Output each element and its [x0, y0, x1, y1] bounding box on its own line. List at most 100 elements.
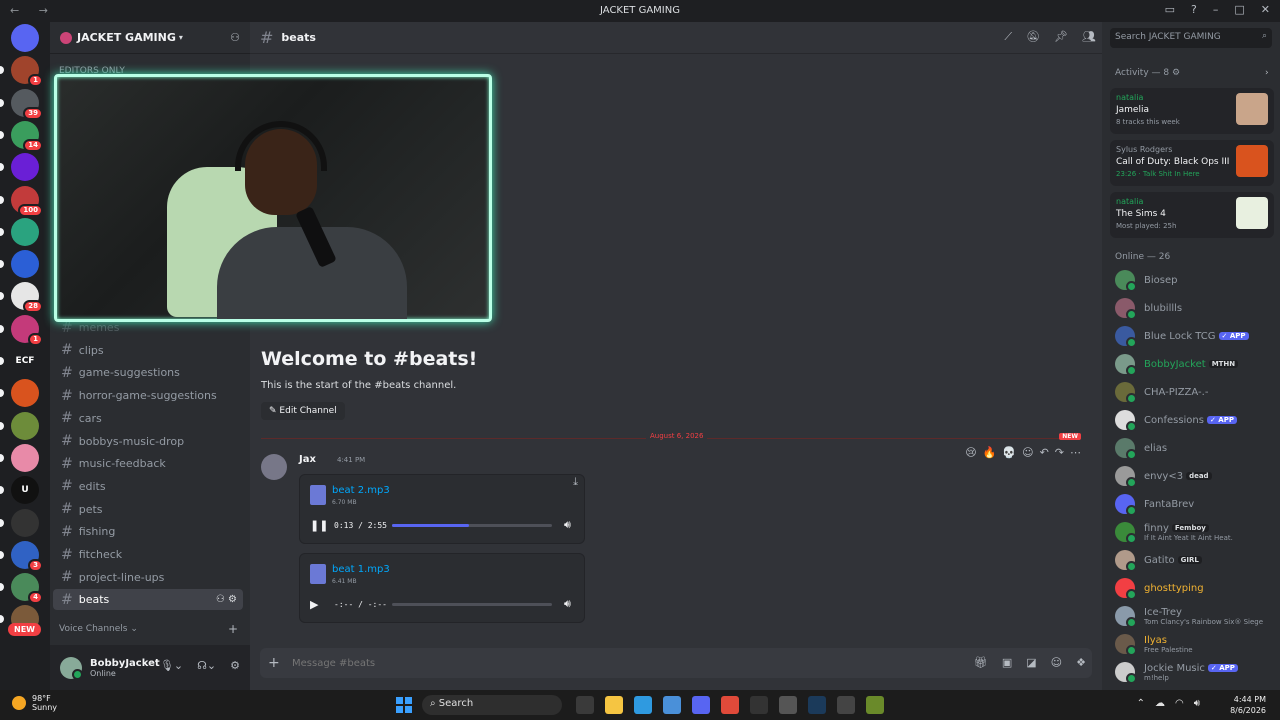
channel-game-suggestions[interactable]: # game-suggestions [53, 362, 243, 383]
member-item[interactable]: Ilyas Free Palestine [1115, 631, 1275, 657]
member-item[interactable]: CHA-PIZZA-.- [1115, 379, 1275, 405]
volume-icon[interactable]: 🔊︎ [1194, 698, 1200, 709]
add-person-icon[interactable]: ⚇ [230, 31, 240, 44]
file-name-link[interactable]: beat 1.mp3 [332, 564, 390, 575]
server-13-icon[interactable] [11, 443, 39, 472]
photos-icon[interactable] [663, 696, 681, 714]
volume-icon[interactable]: 🔊︎ [564, 518, 571, 532]
gift-icon[interactable]: 🎁︎ [974, 656, 988, 669]
pin-icon[interactable]: 📌︎ [1054, 30, 1068, 44]
member-item[interactable]: finny Femboy If It Aint Yeat It Aint Heat. [1115, 519, 1275, 545]
maximize-button[interactable]: □ [1234, 3, 1244, 16]
settings-icon[interactable] [779, 696, 797, 714]
download-icon[interactable]: ⤓ [573, 475, 578, 489]
channel-project-line-ups[interactable]: # project-line-ups [53, 567, 243, 588]
app-icon[interactable] [837, 696, 855, 714]
member-item[interactable]: Jockie Music ✓ APP m!help [1115, 659, 1275, 685]
channel-horror-game-suggestions[interactable]: # horror-game-suggestions [53, 385, 243, 406]
task-view-icon[interactable] [576, 696, 594, 714]
reply-icon[interactable]: ↶ [1040, 446, 1049, 459]
server-1-icon[interactable]: 1 [11, 56, 43, 88]
file-name-link[interactable]: beat 2.mp3 [332, 485, 390, 496]
emoji-icon[interactable]: ☺ [1051, 656, 1062, 669]
reaction-emoji-icon[interactable]: 😢 [965, 446, 976, 459]
taskbar-search[interactable]: ⌕ Search [422, 695, 562, 715]
weather-widget[interactable]: 98°F Sunny [12, 694, 57, 712]
reaction-emoji-icon[interactable]: 🔥 [983, 446, 997, 459]
member-item[interactable]: Biosep [1115, 267, 1275, 293]
channel-bobbys-music-drop[interactable]: # bobbys-music-drop [53, 431, 243, 452]
member-item[interactable]: Gatito GIRL [1115, 547, 1275, 573]
channel-clips[interactable]: # clips [53, 340, 243, 361]
server-11-icon[interactable] [11, 379, 39, 408]
edge-icon[interactable] [634, 696, 652, 714]
settings-gear-icon[interactable]: ⚙ [230, 659, 240, 672]
server-4-icon[interactable] [11, 153, 39, 182]
category-voice-channels[interactable]: Voice Channels ⌄ [59, 624, 138, 634]
activity-card[interactable]: natalia Jamelia 8 tracks this week [1110, 88, 1274, 134]
server-9-icon[interactable]: 1 [11, 314, 43, 346]
apps-icon[interactable]: ❖ [1076, 656, 1086, 669]
channel-edits[interactable]: # edits [53, 476, 243, 497]
member-item[interactable]: blubillls [1115, 295, 1275, 321]
gear-icon[interactable]: ⚙ [1172, 68, 1180, 78]
channel-fishing[interactable]: # fishing [53, 521, 243, 542]
volume-icon[interactable]: 🔊︎ [564, 597, 571, 611]
server-17-icon[interactable]: 4 [11, 573, 43, 605]
member-item[interactable]: Blue Lock TCG ✓ APP [1115, 323, 1275, 349]
clock[interactable]: 4:44 PM 8/6/2026 [1230, 694, 1266, 716]
channel-beats[interactable]: # beats ⚇ ⚙ [53, 589, 243, 611]
microphone-icon[interactable]: 🎙︎⌄ [160, 659, 183, 672]
add-reaction-icon[interactable]: ☺ [1022, 446, 1033, 459]
server-12-icon[interactable] [11, 411, 39, 440]
discord-icon[interactable] [692, 696, 710, 714]
app-icon[interactable] [750, 696, 768, 714]
threads-icon[interactable]: ⟋ [1004, 30, 1012, 44]
member-item[interactable]: Confessions ✓ APP [1115, 407, 1275, 433]
activity-card[interactable]: Sylus Rodgers Call of Duty: Black Ops III… [1110, 140, 1274, 186]
server-6-icon[interactable] [11, 217, 39, 246]
server-3-icon[interactable]: 14 [11, 120, 43, 152]
discord-home-icon[interactable] [11, 24, 39, 52]
add-attachment-icon[interactable]: + [268, 655, 292, 671]
server-7-icon[interactable] [11, 250, 39, 279]
more-icon[interactable]: ⋯ [1070, 446, 1081, 459]
sticker-icon[interactable]: ◪ [1026, 656, 1036, 669]
member-item[interactable]: BobbyJacket MTHN [1115, 351, 1275, 377]
pause-icon[interactable]: ❚❚ [310, 519, 328, 532]
chrome-icon[interactable] [721, 696, 739, 714]
channel-fitcheck[interactable]: # fitcheck [53, 544, 243, 565]
member-item[interactable]: Ice-Trey Tom Clancy's Rainbow Six® Siege [1115, 603, 1275, 629]
server-ecf-icon[interactable]: ECF [11, 347, 39, 375]
wifi-icon[interactable]: ◠ [1175, 698, 1184, 709]
search-box[interactable]: Search JACKET GAMING ⌕ [1110, 28, 1272, 48]
windows-start-icon[interactable] [396, 697, 412, 713]
message-author[interactable]: Jax [299, 454, 316, 465]
network-icon[interactable]: ☁ [1155, 698, 1165, 709]
close-button[interactable]: ✕ [1261, 3, 1270, 16]
minimize-button[interactable]: – [1213, 3, 1219, 16]
steam-icon[interactable] [808, 696, 826, 714]
channel-pets[interactable]: # pets [53, 499, 243, 520]
new-server-badge[interactable]: NEW [8, 623, 41, 636]
member-item[interactable]: envy<3 dead [1115, 463, 1275, 489]
chevron-right-icon[interactable]: › [1265, 68, 1269, 78]
add-channel-icon[interactable]: + [228, 622, 238, 636]
channel-settings-icon[interactable]: ⚇ ⚙ [216, 594, 237, 605]
member-list-icon[interactable]: 👥︎ [1082, 30, 1096, 44]
server-5-icon[interactable]: 100 [11, 185, 43, 217]
audio-progress-bar[interactable] [392, 602, 552, 606]
file-explorer-icon[interactable] [605, 696, 623, 714]
guild-header[interactable]: JACKET GAMING ▾ ⚇ [50, 22, 250, 54]
server-16-icon[interactable]: 3 [11, 540, 43, 572]
audio-progress-bar[interactable] [392, 523, 552, 527]
server-8-icon[interactable]: 28 [11, 282, 43, 314]
avatar[interactable] [60, 656, 83, 680]
play-icon[interactable]: ▶ [310, 598, 324, 611]
edit-channel-button[interactable]: ✎ Edit Channel [261, 402, 345, 420]
inbox-icon[interactable]: ▭ [1165, 3, 1175, 16]
reaction-emoji-icon[interactable]: 💀 [1002, 446, 1016, 459]
app-icon[interactable] [866, 696, 884, 714]
member-item[interactable]: elias [1115, 435, 1275, 461]
server-14-icon[interactable]: U [11, 476, 39, 505]
